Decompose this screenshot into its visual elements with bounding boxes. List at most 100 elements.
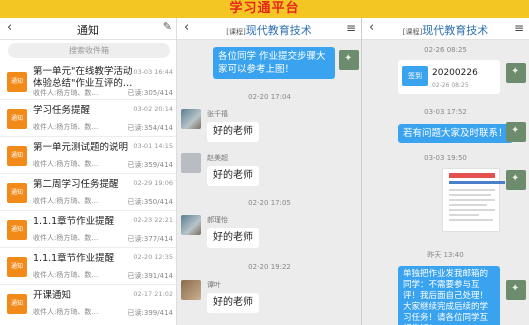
menu-icon[interactable]: ≡ (514, 21, 524, 35)
chat-topbar: ‹ [课程]现代教育技术 ≡ (362, 18, 529, 40)
course-tag: [课程] (226, 28, 246, 36)
message-bubble[interactable]: 好的老师 (207, 228, 259, 248)
course-chat-panel-2: ‹ [课程]现代教育技术 ≡ 02-26 08:25 签到 20200226 0… (362, 18, 529, 325)
course-title: 现代教育技术 (245, 24, 312, 37)
image-text-line (449, 219, 493, 221)
item-title: 第一单元"在线教学活动 体验总结"作业互评的… (33, 66, 133, 89)
notice-icon: 通知 (7, 146, 27, 166)
item-read-count: 已读:350/414 (127, 198, 173, 206)
item-recipients: 收件人:杨方琦、数… (33, 271, 99, 279)
course-tag: [课程] (402, 28, 423, 36)
teacher-avatar[interactable] (506, 280, 526, 300)
item-recipients: 收件人:杨方琦、数… (33, 197, 99, 205)
page-title: 通知 (77, 24, 99, 37)
image-header (449, 173, 495, 178)
item-date: 03-03 16:44 (133, 68, 173, 76)
notice-icon: 通知 (7, 220, 27, 240)
student-avatar[interactable] (181, 215, 201, 235)
item-recipients: 收件人:杨方琦、数… (33, 123, 99, 131)
sender-name: 郝瑾怡 (207, 216, 228, 224)
image-text-line (449, 214, 479, 216)
compose-icon[interactable]: ✎ (163, 20, 172, 33)
sign-in-icon: 签到 (402, 66, 428, 86)
list-item[interactable]: 通知 第一单元"在线教学活动 体验总结"作业互评的… 03-03 16:44 收件… (0, 63, 176, 100)
item-title: 第二周学习任务提醒 (33, 179, 119, 190)
platform-banner: 学习通平台 (0, 0, 529, 18)
timestamp: 03-03 19:50 (424, 154, 467, 162)
notice-icon: 通知 (7, 257, 27, 277)
item-read-count: 已读:391/414 (127, 272, 173, 280)
timestamp: 03-03 17:52 (424, 108, 467, 116)
item-read-count: 已读:354/414 (127, 124, 173, 132)
item-title: 开课通知 (33, 290, 72, 301)
item-recipients: 收件人:杨方琦、数… (33, 89, 99, 97)
course-chat-panel: ‹ [课程]现代教育技术 ≡ 各位同学 作业提交步骤大家可以参考上图！ 02-2… (177, 18, 362, 325)
list-item[interactable]: 通知 1.1.1章节作业提醒 02-20 12:35 收件人:杨方琦、数… 已读… (0, 248, 176, 285)
banner-title: 学习通平台 (229, 1, 300, 16)
item-date: 03-02 20:14 (133, 105, 173, 113)
image-subheader (449, 181, 505, 184)
item-date: 02-17 21:02 (133, 290, 173, 298)
item-read-count: 已读:359/414 (127, 161, 173, 169)
chat-topbar: ‹ [课程]现代教育技术 ≡ (177, 18, 361, 40)
timestamp: 02-26 08:25 (424, 46, 467, 54)
message-bubble[interactable]: 单独把作业发我邮箱的同学：不需要参与互评！我后面自己处理！大家继续完成后续的学习… (398, 266, 500, 325)
notice-icon: 通知 (7, 183, 27, 203)
item-recipients: 收件人:杨方琦、数… (33, 160, 99, 168)
item-recipients: 收件人:杨方琦、数… (33, 308, 99, 316)
notification-list: 通知 第一单元"在线教学活动 体验总结"作业互评的… 03-03 16:44 收件… (0, 63, 176, 322)
timestamp: 02-20 17:04 (248, 93, 291, 101)
item-read-count: 已读:377/414 (127, 235, 173, 243)
student-avatar[interactable] (181, 109, 201, 129)
notice-icon: 通知 (7, 109, 27, 129)
timestamp: 02-20 19:22 (248, 263, 291, 271)
list-item[interactable]: 通知 第一单元测试题的说明 03-01 14:15 收件人:杨方琦、数… 已读:… (0, 137, 176, 174)
item-title: 1.1.1章节作业提醒 (33, 216, 115, 227)
chat-title: [课程]现代教育技术 (177, 22, 361, 38)
item-date: 02-23 22:21 (133, 216, 173, 224)
list-item[interactable]: 通知 第二周学习任务提醒 02-29 19:06 收件人:杨方琦、数… 已读:3… (0, 174, 176, 211)
item-title: 学习任务提醒 (33, 105, 91, 116)
sign-in-card[interactable]: 签到 20200226 02-26 08:25 (398, 60, 500, 94)
message-bubble[interactable]: 各位同学 作业提交步骤大家可以参考上图！ (213, 47, 335, 79)
student-avatar[interactable] (181, 153, 201, 173)
sender-name: 张千禧 (207, 110, 228, 118)
item-recipients: 收件人:杨方琦、数… (33, 234, 99, 242)
item-date: 02-29 19:06 (133, 179, 173, 187)
menu-icon[interactable]: ≡ (346, 21, 356, 35)
item-title: 第一单元测试题的说明 (33, 142, 129, 153)
message-bubble[interactable]: 好的老师 (207, 166, 259, 186)
list-item[interactable]: 通知 1.1.1章节作业提醒 02-23 22:21 收件人:杨方琦、数… 已读… (0, 211, 176, 248)
teacher-avatar[interactable] (506, 122, 526, 142)
image-text-line (449, 204, 487, 206)
image-text-line (449, 209, 495, 211)
image-text-line (449, 189, 495, 191)
notice-icon: 通知 (7, 72, 27, 92)
teacher-avatar[interactable] (506, 170, 526, 190)
list-item[interactable]: 通知 学习任务提醒 03-02 20:14 收件人:杨方琦、数… 已读:354/… (0, 100, 176, 137)
sender-name: 赵美超 (207, 154, 228, 162)
message-bubble[interactable]: 好的老师 (207, 293, 259, 313)
timestamp: 02-20 17:05 (248, 199, 291, 207)
timestamp: 昨天 13:40 (427, 251, 464, 259)
shared-image[interactable] (442, 168, 505, 232)
student-avatar[interactable] (181, 280, 201, 300)
message-bubble[interactable]: 若有问题大家及时联系！ (398, 124, 513, 143)
search-input[interactable]: 搜索收件箱 (8, 43, 170, 58)
sign-in-time: 02-26 08:25 (432, 82, 469, 89)
sender-name: 谭叶 (207, 281, 221, 289)
chat-title: [课程]现代教育技术 (362, 22, 529, 38)
message-bubble[interactable]: 好的老师 (207, 122, 259, 142)
image-text-line (449, 194, 491, 196)
notification-panel: ‹ 通知 ✎ 搜索收件箱 通知 第一单元"在线教学活动 体验总结"作业互评的… 0… (0, 18, 177, 325)
item-title: 1.1.1章节作业提醒 (33, 253, 115, 264)
item-read-count: 已读:305/414 (127, 89, 173, 97)
course-title: 现代教育技术 (422, 24, 489, 37)
sign-in-date: 20200226 (432, 68, 478, 78)
list-item[interactable]: 通知 开课通知 02-17 21:02 收件人:杨方琦、数… 已读:399/41… (0, 285, 176, 322)
teacher-avatar[interactable] (506, 63, 526, 83)
image-text-line (449, 199, 495, 201)
item-date: 03-01 14:15 (133, 142, 173, 150)
item-date: 02-20 12:35 (133, 253, 173, 261)
teacher-avatar[interactable] (339, 50, 359, 70)
